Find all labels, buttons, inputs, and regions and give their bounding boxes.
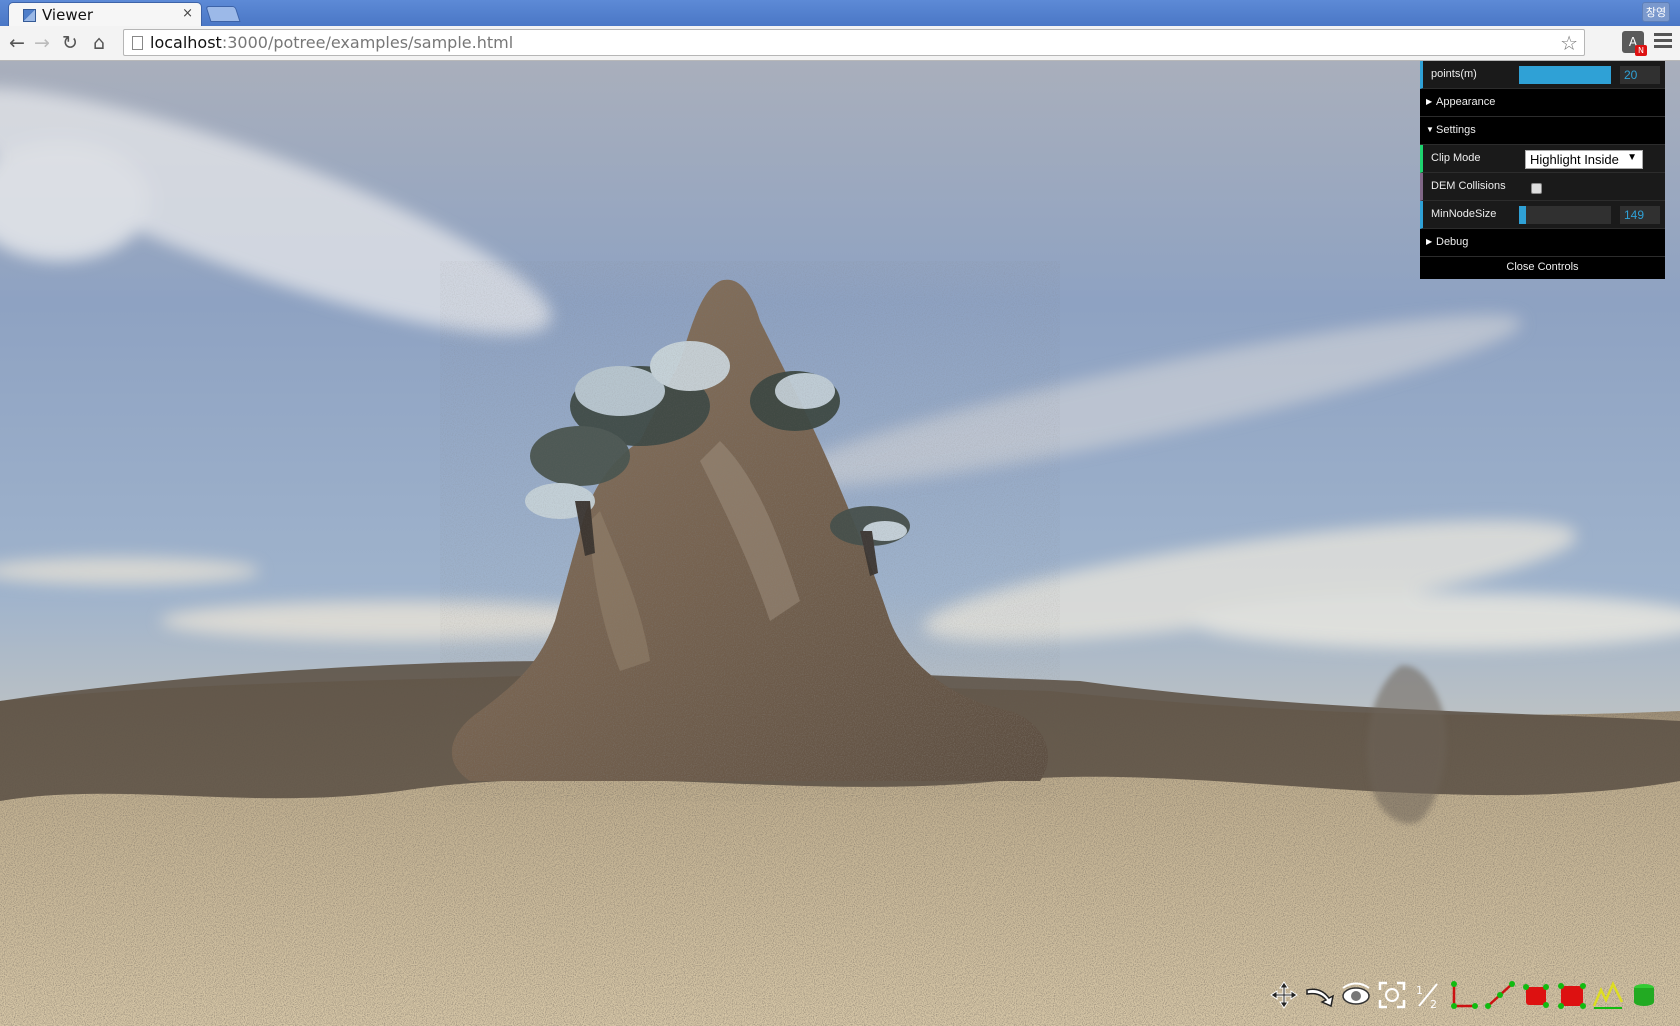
- angle-icon[interactable]: [1447, 978, 1481, 1012]
- earth-icon[interactable]: [1627, 978, 1661, 1012]
- points-control: points(m) 20: [1420, 61, 1665, 89]
- points-label: points(m): [1431, 68, 1477, 80]
- clip-mode-select[interactable]: Highlight Inside ▼: [1525, 150, 1643, 169]
- settings-label: Settings: [1436, 124, 1476, 136]
- tab-title: Viewer: [42, 6, 93, 24]
- clip-mode-control: Clip Mode Highlight Inside ▼: [1420, 145, 1665, 173]
- min-node-size-value-input[interactable]: 149: [1620, 206, 1660, 224]
- min-node-size-slider[interactable]: [1519, 206, 1611, 224]
- dem-collisions-checkbox[interactable]: [1531, 183, 1542, 194]
- volume-icon[interactable]: [1519, 978, 1553, 1012]
- menu-hamburger-icon[interactable]: [1654, 33, 1672, 49]
- debug-label: Debug: [1436, 236, 1469, 248]
- profile-button[interactable]: 창영: [1642, 2, 1670, 22]
- clip-mode-label: Clip Mode: [1431, 152, 1481, 164]
- dropdown-caret-icon: ▼: [1627, 152, 1637, 163]
- address-bar[interactable]: localhost:3000/potree/examples/sample.ht…: [123, 29, 1585, 56]
- collapsed-arrow-icon: ▶: [1426, 97, 1433, 106]
- min-node-size-label: MinNodeSize: [1431, 208, 1497, 220]
- points-slider-fill: [1519, 66, 1611, 84]
- close-controls-button[interactable]: Close Controls: [1420, 257, 1665, 279]
- fraction-icon[interactable]: 12: [1411, 978, 1445, 1012]
- fly-icon[interactable]: [1303, 978, 1337, 1012]
- back-arrow-icon[interactable]: ←: [5, 31, 29, 55]
- points-value-input[interactable]: 20: [1620, 66, 1660, 84]
- orbit-eye-icon[interactable]: [1339, 978, 1373, 1012]
- appearance-label: Appearance: [1436, 96, 1496, 108]
- settings-folder[interactable]: ▼ Settings: [1420, 117, 1665, 145]
- bookmark-star-icon[interactable]: ☆: [1560, 31, 1578, 55]
- tab-viewer[interactable]: Viewer ×: [8, 2, 202, 26]
- browser-chrome: Viewer × 창영 ← → ↻ ⌂ localhost:3000/potre…: [0, 0, 1680, 61]
- dem-collisions-label: DEM Collisions: [1431, 180, 1506, 192]
- focus-icon[interactable]: [1375, 978, 1409, 1012]
- points-slider[interactable]: [1519, 66, 1611, 84]
- height-profile-icon[interactable]: [1591, 978, 1625, 1012]
- page-icon: [132, 36, 143, 50]
- distance-icon[interactable]: [1483, 978, 1517, 1012]
- browser-toolbar: ← → ↻ ⌂ localhost:3000/potree/examples/s…: [0, 26, 1680, 61]
- tab-strip: Viewer × 창영: [0, 0, 1680, 26]
- home-icon[interactable]: ⌂: [87, 31, 111, 55]
- min-node-size-control: MinNodeSize 149: [1420, 201, 1665, 229]
- min-node-size-slider-fill: [1519, 206, 1527, 224]
- new-tab-button[interactable]: [205, 6, 241, 22]
- forward-arrow-icon[interactable]: →: [30, 31, 54, 55]
- favicon-icon: [23, 9, 36, 22]
- dem-collisions-control: DEM Collisions: [1420, 173, 1665, 201]
- url-text: localhost:3000/potree/examples/sample.ht…: [150, 33, 514, 52]
- debug-folder[interactable]: ▶ Debug: [1420, 229, 1665, 257]
- expanded-arrow-icon: ▼: [1426, 125, 1434, 134]
- controls-panel: points(m) 20 ▶ Appearance ▼ Settings Cli…: [1420, 61, 1665, 279]
- extension-icon[interactable]: A N: [1622, 31, 1647, 56]
- svg-text:1: 1: [1416, 984, 1423, 997]
- appearance-folder[interactable]: ▶ Appearance: [1420, 89, 1665, 117]
- svg-text:2: 2: [1430, 998, 1437, 1011]
- extension-badge: N: [1635, 45, 1647, 56]
- clip-volume-icon[interactable]: [1555, 978, 1589, 1012]
- collapsed-arrow-icon: ▶: [1426, 237, 1433, 246]
- reload-icon[interactable]: ↻: [58, 31, 82, 55]
- tab-close-icon[interactable]: ×: [182, 6, 193, 21]
- navigation-cross-icon[interactable]: [1267, 978, 1301, 1012]
